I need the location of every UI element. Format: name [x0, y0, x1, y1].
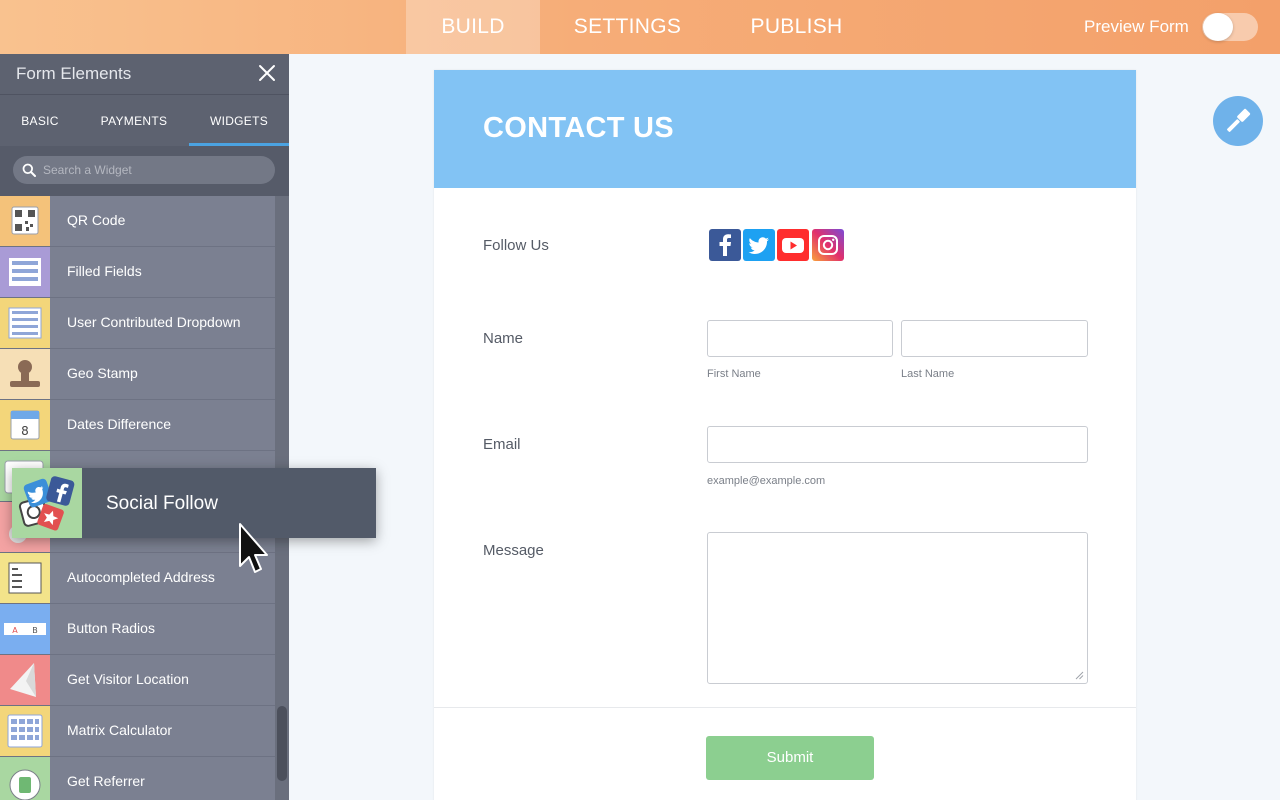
- widget-item-qr-code[interactable]: QR Code: [0, 196, 275, 247]
- widget-label: Button Radios: [67, 620, 155, 636]
- follow-us-label: Follow Us: [483, 237, 549, 254]
- button-radios-icon: A B: [0, 604, 50, 654]
- email-input[interactable]: [707, 426, 1088, 463]
- geo-stamp-icon: [0, 349, 50, 399]
- widget-item-dates-difference[interactable]: 8 Dates Difference: [0, 400, 275, 451]
- panel-title: Form Elements: [16, 64, 132, 83]
- dragged-widget-social-follow[interactable]: Social Follow: [12, 468, 376, 538]
- search-placeholder: Search a Widget: [43, 163, 132, 177]
- form-elements-panel: Form Elements BASIC PAYMENTS WIDGETS Sea…: [0, 54, 289, 800]
- widget-label: Matrix Calculator: [67, 722, 173, 738]
- divider: [434, 707, 1136, 708]
- widget-item-autocompleted-address[interactable]: Autocompleted Address: [0, 553, 275, 604]
- tab-widgets[interactable]: WIDGETS: [189, 95, 289, 147]
- tab-settings[interactable]: SETTINGS: [555, 0, 700, 54]
- widget-label: Get Visitor Location: [67, 671, 189, 687]
- close-icon[interactable]: [257, 63, 277, 83]
- qr-code-icon: [0, 196, 50, 246]
- svg-text:A: A: [12, 626, 18, 635]
- toggle-knob[interactable]: [1203, 13, 1233, 41]
- twitter-icon[interactable]: [743, 229, 775, 261]
- email-sublabel: example@example.com: [707, 475, 826, 487]
- calendar-icon: 8: [0, 400, 50, 450]
- widget-item-get-referrer[interactable]: Get Referrer: [0, 757, 275, 800]
- social-follow-icon: [12, 468, 82, 538]
- widget-item-get-visitor-location[interactable]: Get Visitor Location: [0, 655, 275, 706]
- message-label: Message: [483, 542, 544, 559]
- last-name-input[interactable]: [901, 320, 1088, 357]
- widget-item-filled-fields[interactable]: Filled Fields: [0, 247, 275, 298]
- filled-fields-icon: [0, 247, 50, 297]
- last-name-sublabel: Last Name: [901, 368, 955, 380]
- preview-form-label: Preview Form: [1084, 17, 1189, 36]
- preview-form-toggle[interactable]: [1202, 13, 1258, 41]
- widget-label: Get Referrer: [67, 773, 145, 789]
- widget-item-matrix-calculator[interactable]: Matrix Calculator: [0, 706, 275, 757]
- location-arrow-icon: [0, 655, 50, 705]
- first-name-sublabel: First Name: [707, 368, 761, 380]
- widget-label: Geo Stamp: [67, 365, 138, 381]
- mouse-cursor-icon: [239, 523, 268, 573]
- panel-header: Form Elements: [0, 54, 289, 94]
- form-canvas: CONTACT US Follow Us Name First Name Las…: [434, 70, 1136, 800]
- message-textarea[interactable]: [707, 532, 1088, 684]
- widget-label: User Contributed Dropdown: [67, 314, 241, 330]
- tab-publish[interactable]: PUBLISH: [728, 0, 865, 54]
- address-list-icon: [0, 553, 50, 603]
- widget-label: QR Code: [67, 212, 126, 228]
- dropdown-list-icon: [0, 298, 50, 348]
- calculator-grid-icon: [0, 706, 50, 756]
- widget-label: Dates Difference: [67, 416, 172, 432]
- form-designer-button[interactable]: [1213, 96, 1263, 146]
- form-header[interactable]: CONTACT US: [434, 70, 1136, 188]
- form-title[interactable]: CONTACT US: [483, 112, 674, 145]
- scrollbar-thumb[interactable]: [277, 706, 287, 781]
- wand-icon: [1227, 108, 1251, 132]
- panel-tabs: BASIC PAYMENTS WIDGETS: [0, 94, 289, 147]
- svg-text:B: B: [32, 626, 38, 635]
- widget-label: Filled Fields: [67, 263, 142, 279]
- tab-payments[interactable]: PAYMENTS: [80, 95, 188, 147]
- submit-button[interactable]: Submit: [706, 736, 874, 780]
- name-label: Name: [483, 330, 524, 347]
- widget-item-button-radios[interactable]: A B Button Radios: [0, 604, 275, 655]
- tab-build[interactable]: BUILD: [406, 0, 540, 54]
- tab-basic[interactable]: BASIC: [0, 95, 80, 147]
- top-navigation-bar: BUILD SETTINGS PUBLISH Preview Form: [0, 0, 1280, 54]
- dragged-widget-label: Social Follow: [106, 493, 218, 514]
- youtube-icon[interactable]: [777, 229, 809, 261]
- search-icon: [22, 163, 36, 177]
- email-label: Email: [483, 436, 521, 453]
- svg-text:8: 8: [21, 424, 29, 438]
- widget-item-user-contributed-dropdown[interactable]: User Contributed Dropdown: [0, 298, 275, 349]
- widget-search-bar: Search a Widget: [0, 146, 289, 196]
- facebook-icon[interactable]: [709, 229, 741, 261]
- widget-item-geo-stamp[interactable]: Geo Stamp: [0, 349, 275, 400]
- resize-grip-icon[interactable]: [1075, 671, 1084, 680]
- widget-label: Autocompleted Address: [67, 569, 215, 585]
- first-name-input[interactable]: [707, 320, 893, 357]
- instagram-icon[interactable]: [812, 229, 844, 261]
- referrer-icon: [0, 757, 50, 800]
- widget-search-input[interactable]: Search a Widget: [13, 156, 275, 184]
